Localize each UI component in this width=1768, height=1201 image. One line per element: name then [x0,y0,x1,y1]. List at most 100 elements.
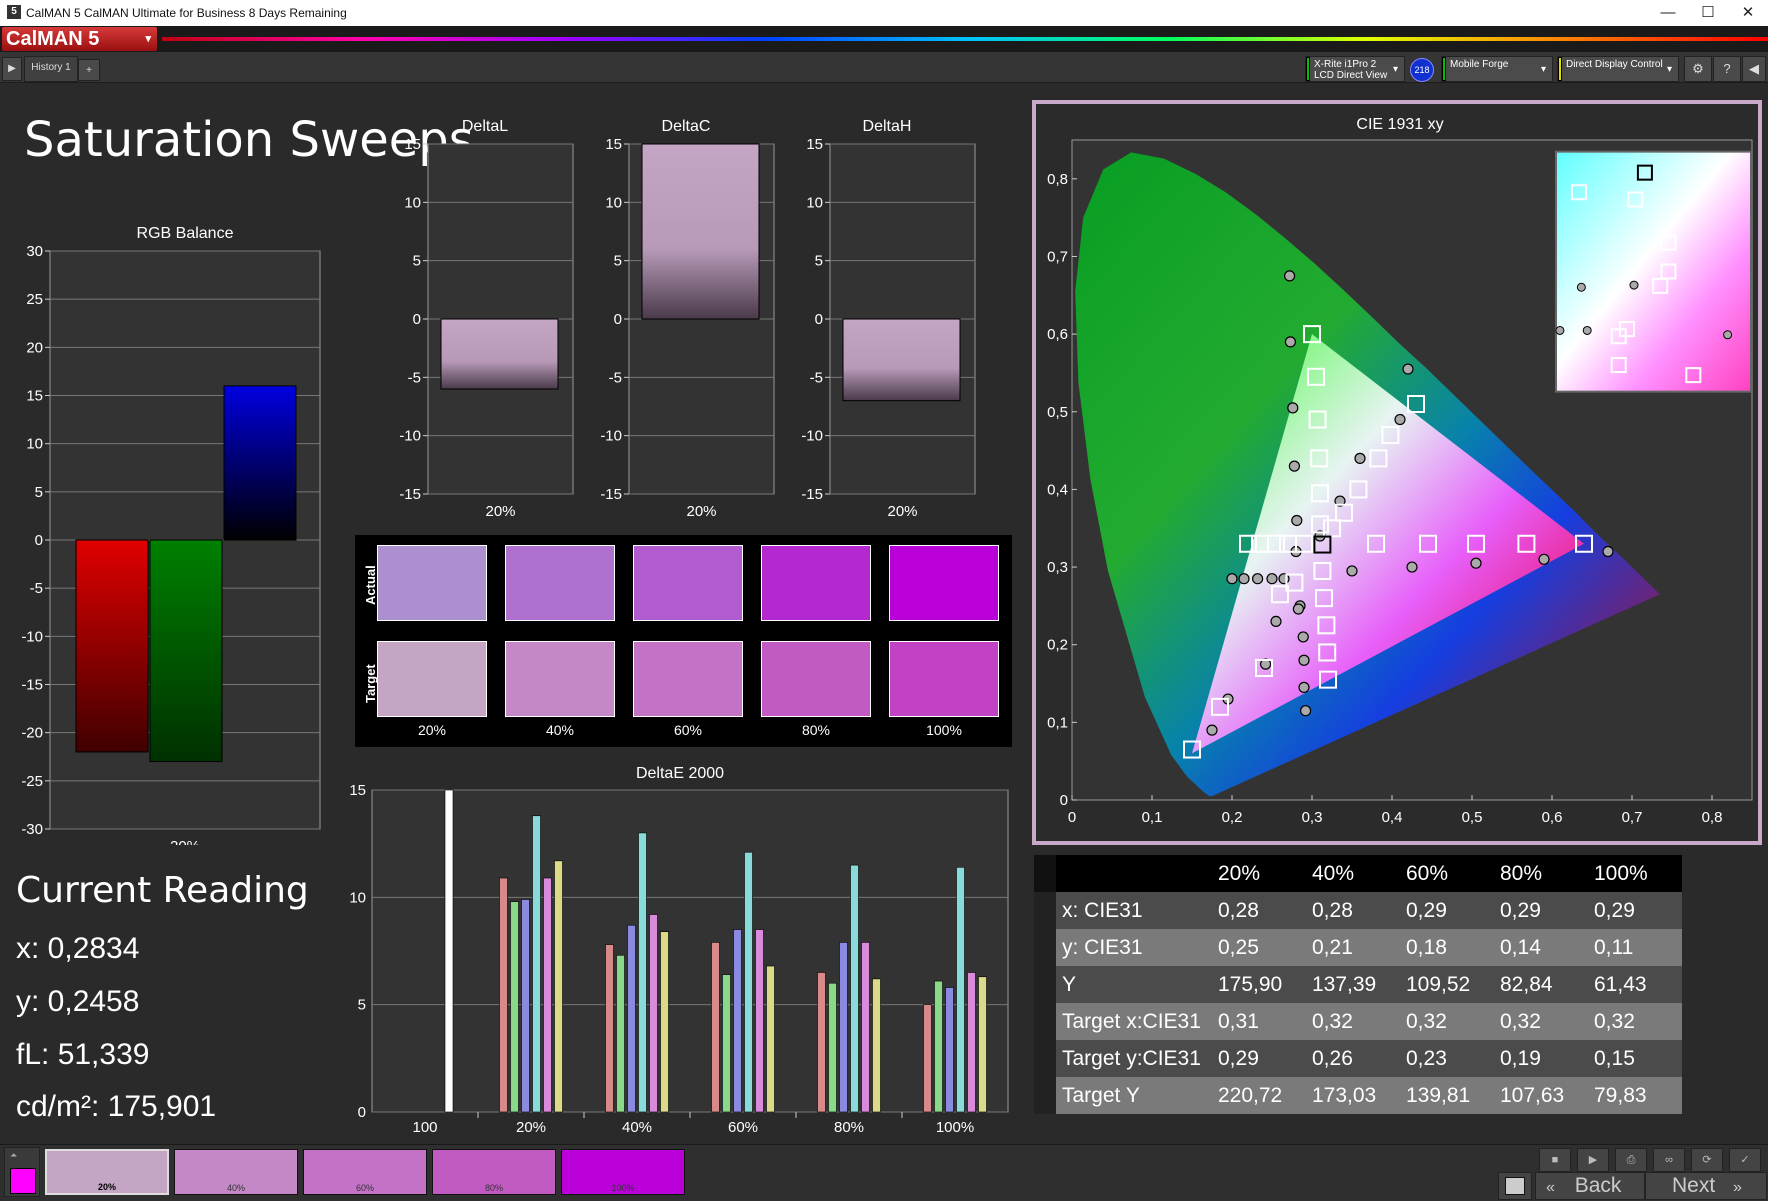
collapse-icon[interactable]: ◀ [1742,56,1766,82]
rgb-bar-1 [149,539,223,763]
deltac-title: DeltaC [661,118,711,135]
next-arrow-icon: » [1733,1179,1742,1196]
meter-badge[interactable]: 218 [1410,58,1434,82]
y-tick-label: 5 [358,997,366,1014]
gear-icon[interactable]: ⚙ [1684,56,1712,82]
reading-x: x: 0,2834 [16,932,140,965]
swatch-label: 60% [673,722,703,738]
source-name: Mobile Forge [1450,59,1509,70]
actual-swatch-20%[interactable] [377,545,487,621]
deltae-bar [554,860,563,1113]
maximize-button[interactable]: ☐ [1688,2,1728,24]
swatch-label: 20% [417,722,447,738]
next-button[interactable]: Next » [1645,1172,1767,1200]
display-selector[interactable]: Direct Display Control ▾ [1557,56,1679,82]
measured-point [1402,363,1414,375]
y-tick-label: -5 [609,369,622,386]
target-swatch-40%[interactable] [505,641,615,717]
row-selector[interactable] [1034,1077,1056,1114]
refresh-icon[interactable]: ⟳ [1691,1148,1723,1172]
x-category-label: 20% [170,838,200,845]
meter-mode: LCD Direct View [1314,70,1388,81]
deltae-bar [638,832,647,1113]
nav-swatch-60%[interactable]: 60% [303,1149,427,1195]
add-tab-button[interactable]: + [78,59,100,81]
table-row[interactable]: Target x:CIE31 0,31 0,32 0,32 0,32 0,32 [1034,1003,1682,1040]
y-tick-label: 0,1 [1047,714,1068,731]
back-button[interactable]: « Back [1535,1172,1645,1200]
row-selector[interactable] [1034,1003,1056,1040]
row-selector[interactable] [1034,929,1056,966]
row-selector[interactable] [1034,892,1056,929]
actual-swatch-60%[interactable] [633,545,743,621]
meter-selector[interactable]: X-Rite i1Pro 2 LCD Direct View ▾ [1305,56,1405,82]
measured-point [1266,573,1278,585]
y-tick-label: -10 [399,428,421,445]
actual-swatch-40%[interactable] [505,545,615,621]
table-row[interactable]: Target y:CIE31 0,29 0,26 0,23 0,19 0,15 [1034,1040,1682,1077]
deltae-bar [627,924,636,1113]
y-tick-label: 0,7 [1047,248,1068,265]
ciechart-svg: 0 0,1 0,2 0,3 0,4 0,5 0,6 0,7 0,8 0,8 0,7 0,6 0,5 0,4… [1047,139,1753,826]
stop-icon[interactable]: ■ [1539,1148,1571,1172]
close-button[interactable]: ✕ [1728,2,1768,24]
measured-point [1300,705,1312,717]
deltae-bar [660,931,669,1113]
nav-swatch-80%[interactable]: 80% [432,1149,556,1195]
row-selector[interactable] [1034,1040,1056,1077]
nav-swatch-40%[interactable]: 40% [174,1149,298,1195]
measured-point [1226,573,1238,585]
chevron-up-icon[interactable]: ⏶ [10,1150,17,1161]
minimize-button[interactable]: — [1648,2,1688,24]
nav-swatch-label: 40% [226,1183,245,1193]
chevron-down-icon: ▾ [145,33,151,45]
tab-history-1[interactable]: History 1 [24,56,78,82]
tab-nav-button[interactable]: ▶ [2,57,22,81]
help-icon[interactable]: ? [1713,56,1741,82]
x-tick-label: 0,6 [1542,809,1563,826]
deltae-bar [817,972,826,1113]
nav-swatch-label: 80% [484,1183,503,1193]
play-icon[interactable]: ▶ [1577,1148,1609,1172]
table-cell: 0,26 [1312,1046,1353,1070]
table-cell: Y [1062,972,1077,996]
nav-swatch-20%[interactable]: 20% [45,1149,169,1195]
table-cell: 0,19 [1500,1046,1541,1070]
target-swatch-20%[interactable] [377,641,487,717]
deltae-bar [616,954,625,1113]
table-row[interactable]: y: CIE31 0,25 0,21 0,18 0,14 0,11 [1034,929,1682,966]
target-swatch-80%[interactable] [761,641,871,717]
target-swatch-60%[interactable] [633,641,743,717]
table-cell: 0,32 [1500,1009,1541,1033]
table-row[interactable]: x: CIE31 0,28 0,28 0,29 0,29 0,29 [1034,892,1682,929]
stop-icon[interactable] [1498,1172,1532,1200]
record-icon[interactable]: ⎙ [1615,1148,1647,1172]
table-cell: 61,43 [1594,972,1647,996]
active-color-panel: ⏶ [4,1147,40,1197]
nav-swatch-100%[interactable]: 100% [561,1149,685,1195]
deltae-bar [934,980,943,1113]
calman-menu-button[interactable]: CalMAN 5 ▾ [2,27,157,51]
table-row[interactable]: Target Y 220,72 173,03 139,81 107,63 79,83 [1034,1077,1682,1114]
row-selector[interactable] [1034,966,1056,1003]
target-swatch-100%[interactable] [889,641,999,717]
measured-point [1252,573,1264,585]
table-cell: 175,90 [1218,972,1283,996]
x-tick-label: 0,2 [1222,809,1243,826]
y-tick-label: -15 [600,486,622,503]
deltae-bar [543,877,552,1113]
y-tick-label: 0,8 [1047,171,1068,188]
actual-swatch-80%[interactable] [761,545,871,621]
y-tick-label: 5 [413,253,421,270]
table-cell: Target x:CIE31 [1062,1009,1201,1033]
measured-point [1284,336,1296,348]
actual-swatch-100%[interactable] [889,545,999,621]
loop-icon[interactable]: ∞ [1653,1148,1685,1172]
deltae-bar [850,864,859,1113]
source-selector[interactable]: Mobile Forge ▾ [1441,56,1553,82]
table-cell: 0,32 [1406,1009,1447,1033]
table-row[interactable]: Y 175,90 137,39 109,52 82,84 61,43 [1034,966,1682,1003]
deltae-bar [444,789,454,1113]
x-tick-label: 0,7 [1622,809,1643,826]
check-icon[interactable]: ✓ [1729,1148,1761,1172]
